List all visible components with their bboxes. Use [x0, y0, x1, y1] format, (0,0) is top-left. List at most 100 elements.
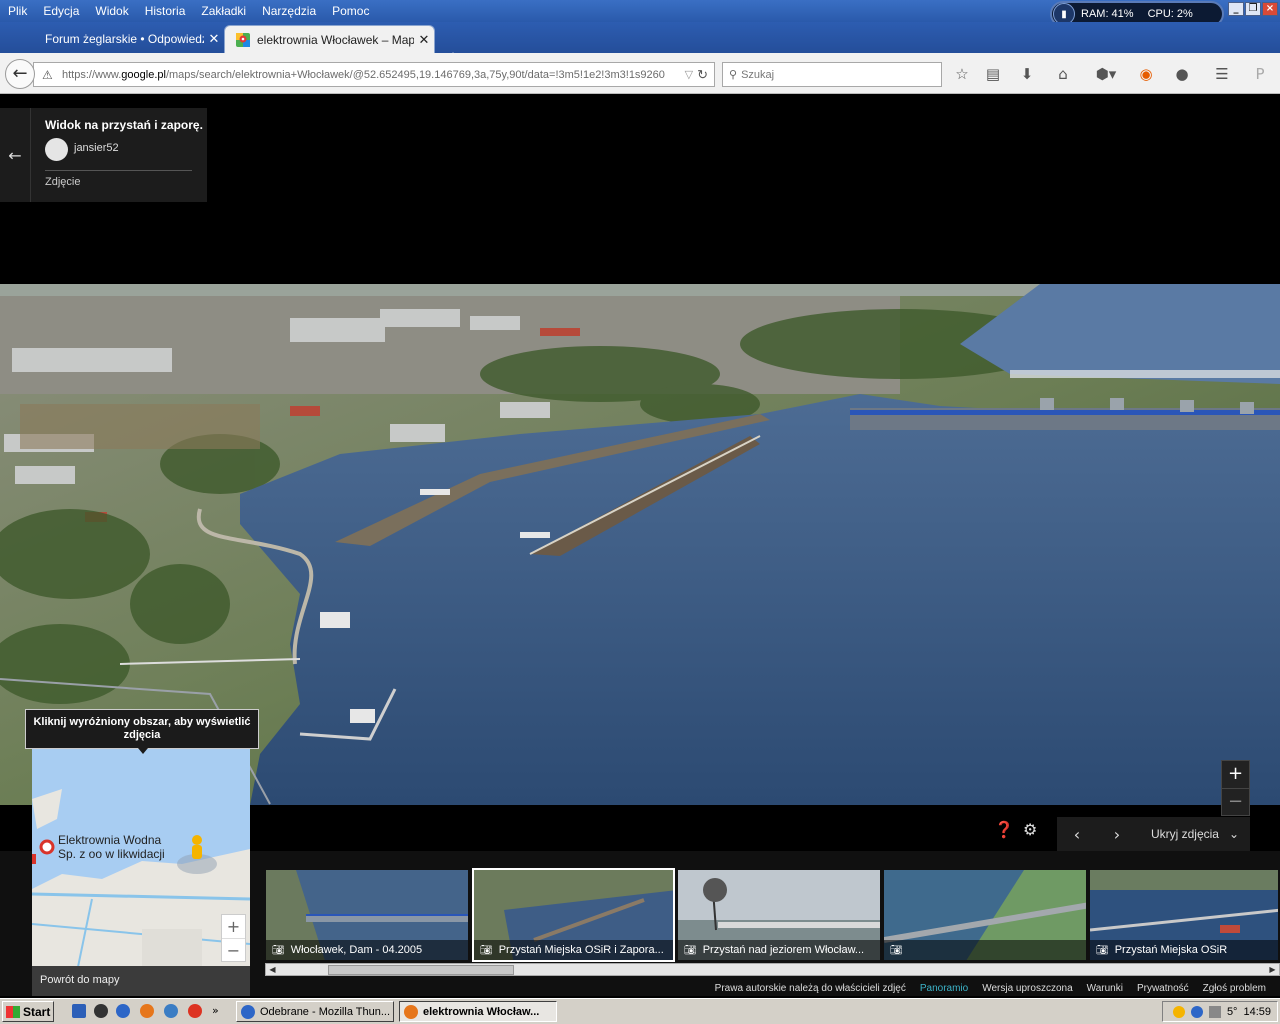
hide-photos-button[interactable]: Ukryj zdjęcia ⌄: [1140, 817, 1250, 851]
quicklaunch-red-icon[interactable]: [188, 1004, 202, 1018]
tab-title: Forum żeglarskie • Odpowiedz: [45, 32, 204, 46]
restore-button[interactable]: ❐: [1245, 2, 1261, 16]
copyright-text: Prawa autorskie należą do właścicieli zd…: [714, 983, 906, 994]
thunderbird-icon: [241, 1004, 255, 1019]
warning-icon[interactable]: ⚠: [42, 68, 58, 82]
photo-title: Widok na przystań i zaporę.: [45, 118, 203, 132]
menu-zakladki[interactable]: Zakładki: [193, 4, 254, 18]
url-bar[interactable]: ⚠ https://www.google.pl/maps/search/elek…: [33, 62, 715, 87]
minimize-button[interactable]: _: [1228, 2, 1244, 16]
url-text[interactable]: https://www.google.pl/maps/search/elektr…: [62, 69, 685, 81]
filmstrip-scrollbar[interactable]: ◀ ▶: [265, 963, 1280, 976]
clock[interactable]: 14:59: [1243, 1006, 1271, 1018]
terms-link[interactable]: Warunki: [1087, 983, 1123, 997]
thumbnail-selected[interactable]: 📷︎ Przystań Miejska OSiR i Zapora...: [472, 868, 675, 962]
zoom-out-button[interactable]: −: [1222, 788, 1249, 815]
reading-list-icon[interactable]: ▤: [983, 64, 1003, 84]
camera-icon: 📷︎: [480, 944, 493, 956]
quicklaunch-more-icon[interactable]: »: [212, 1004, 226, 1018]
menu-pomoc[interactable]: Pomoc: [324, 4, 377, 18]
back-button[interactable]: ←: [5, 59, 35, 89]
minimap-zoom-out-button[interactable]: −: [222, 938, 245, 961]
minimap-zoom: + −: [221, 914, 246, 962]
menu-narzedzia[interactable]: Narzędzia: [254, 4, 324, 18]
minimap[interactable]: Elektrownia Wodna Sp. z oo w likwidacji +…: [32, 749, 250, 996]
thumbnail-caption: Przystań nad jeziorem Włocław...: [702, 944, 865, 956]
report-problem-link[interactable]: Zgłoś problem: [1203, 983, 1266, 997]
addon-icon[interactable]: ◉: [1136, 64, 1156, 84]
photo-info-card: ← Widok na przystań i zaporę. jansier52 …: [0, 108, 207, 202]
camera-icon: 📷︎: [890, 944, 903, 956]
prev-arrow-icon[interactable]: ‹: [1057, 825, 1097, 844]
next-arrow-icon[interactable]: ›: [1097, 825, 1137, 844]
scroll-right-icon[interactable]: ▶: [1266, 964, 1279, 975]
system-tray: 5° 14:59: [1162, 1001, 1278, 1022]
close-window-button[interactable]: ×: [1262, 2, 1278, 16]
panoramio-logo[interactable]: Panoramio: [920, 983, 968, 997]
thumbnail[interactable]: 📷︎ Przystań Miejska OSiR: [1088, 868, 1280, 962]
hide-photos-label: Ukryj zdjęcia: [1150, 827, 1219, 841]
thumbnail[interactable]: 📷︎ Włocławek, Dam - 04.2005: [264, 868, 470, 962]
taskbar: Start » Odebrane - Mozilla Thun... elekt…: [0, 998, 1280, 1024]
quicklaunch-firefox-icon[interactable]: [140, 1004, 154, 1018]
download-icon[interactable]: ⬇: [1017, 64, 1037, 84]
taskbar-item-thunderbird[interactable]: Odebrane - Mozilla Thun...: [236, 1001, 394, 1022]
thumbnail-caption: Przystań Miejska OSiR: [1114, 944, 1228, 956]
back-to-map-button[interactable]: Powrót do mapy: [32, 966, 250, 996]
tab-forum[interactable]: Forum żeglarskie • Odpowiedz ✕: [20, 25, 224, 53]
taskbar-item-firefox[interactable]: elektrownia Włocław...: [399, 1001, 557, 1022]
start-button[interactable]: Start: [2, 1001, 54, 1022]
menu-plik[interactable]: Plik: [0, 4, 35, 18]
temperature-readout[interactable]: 5°: [1227, 1006, 1238, 1018]
minimap-zoom-in-button[interactable]: +: [222, 915, 245, 938]
privacy-link[interactable]: Prywatność: [1137, 983, 1189, 997]
close-tab-icon[interactable]: ✕: [204, 31, 224, 47]
adblock-icon[interactable]: ⬢▾: [1092, 64, 1120, 84]
url-dropdown-icon[interactable]: ▽: [685, 68, 693, 81]
zoom-control: + −: [1221, 760, 1250, 816]
place-label[interactable]: Elektrownia Wodna Sp. z oo w likwidacji: [58, 833, 165, 861]
avatar[interactable]: [45, 138, 68, 161]
quicklaunch-desktop-icon[interactable]: [72, 1004, 86, 1018]
menu-widok[interactable]: Widok: [87, 4, 136, 18]
simple-version-link[interactable]: Wersja uproszczona: [982, 983, 1072, 997]
back-arrow-icon[interactable]: ←: [0, 108, 31, 202]
tab-maps[interactable]: elektrownia Włocławek – Map... ✕: [224, 25, 435, 53]
scrollbar-thumb[interactable]: [328, 965, 514, 975]
browser-window: Plik Edycja Widok Historia Zakładki Narz…: [0, 0, 1280, 1024]
quicklaunch-thunderbird-icon[interactable]: [116, 1004, 130, 1018]
search-input[interactable]: ⚲ Szukaj: [722, 62, 942, 87]
footer-links: Prawa autorskie należą do właścicieli zd…: [700, 983, 1280, 997]
quicklaunch-app-icon[interactable]: [164, 1004, 178, 1018]
thumbnail-caption: Przystań Miejska OSiR i Zapora...: [498, 944, 664, 956]
menu-historia[interactable]: Historia: [137, 4, 194, 18]
tray-network-icon[interactable]: [1208, 1005, 1221, 1018]
thumbnail-caption: Włocławek, Dam - 04.2005: [290, 944, 423, 956]
photo-type-label: Zdjęcie: [45, 176, 81, 188]
navigation-toolbar: ⚠ https://www.google.pl/maps/search/elek…: [0, 53, 1280, 94]
home-icon[interactable]: ⌂: [1053, 64, 1073, 84]
author-link[interactable]: jansier52: [74, 142, 119, 154]
settings-gear-icon[interactable]: ⚙: [1023, 820, 1037, 839]
tray-app-icon[interactable]: [1172, 1005, 1185, 1018]
scroll-left-icon[interactable]: ◀: [266, 964, 279, 975]
chat-icon[interactable]: ●: [1172, 64, 1192, 84]
close-tab-icon[interactable]: ✕: [414, 32, 434, 48]
thumbnail[interactable]: 📷︎: [882, 868, 1088, 962]
quicklaunch-chat-icon[interactable]: [94, 1004, 108, 1018]
camera-icon: 📷︎: [1096, 944, 1109, 956]
thumbnail[interactable]: 📷︎ Przystań nad jeziorem Włocław...: [676, 868, 882, 962]
double-chevron-down-icon: ⌄: [1228, 827, 1240, 841]
camera-icon: 📷︎: [684, 944, 697, 956]
menu-hamburger-icon[interactable]: ☰: [1212, 64, 1232, 84]
tray-browser-icon[interactable]: [1190, 1005, 1203, 1018]
bookmark-star-icon[interactable]: ☆: [952, 64, 972, 84]
minimap-image: [32, 749, 250, 996]
help-icon[interactable]: ❓: [994, 820, 1014, 839]
menu-edycja[interactable]: Edycja: [35, 4, 87, 18]
menu-bar: Plik Edycja Widok Historia Zakładki Narz…: [0, 0, 1280, 27]
zoom-in-button[interactable]: +: [1222, 761, 1249, 788]
ram-readout: RAM: 41%: [1081, 8, 1134, 20]
reload-icon[interactable]: ↻: [697, 67, 708, 83]
extension-p-icon[interactable]: P: [1250, 64, 1270, 84]
